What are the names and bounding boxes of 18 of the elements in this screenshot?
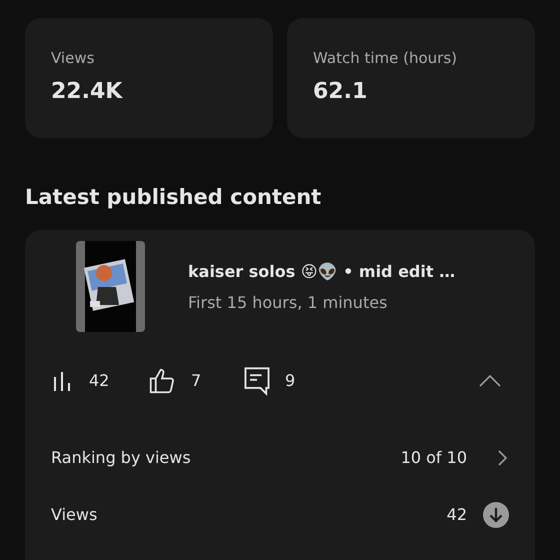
metric-label: Views <box>51 48 96 68</box>
row-label: Views <box>51 504 98 526</box>
stat-count: 9 <box>285 370 296 392</box>
row-value: 10 of 10 <box>400 447 467 469</box>
stat-count: 42 <box>89 370 110 392</box>
stat-count: 7 <box>191 370 202 392</box>
metric-value: 62.1 <box>313 78 368 106</box>
row-value: 42 <box>446 504 467 526</box>
comment-icon <box>243 366 271 396</box>
video-title: kaiser solos 😝👽 • mid edit … <box>188 261 456 283</box>
chevron-up-icon <box>479 374 501 388</box>
row-label: Ranking by views <box>51 447 191 469</box>
metric-label: Watch time (hours) <box>313 48 458 68</box>
arrow-down-icon <box>483 502 509 528</box>
section-title: Latest published content <box>25 184 322 211</box>
thumbs-up-icon <box>147 366 177 396</box>
metric-value: 22.4K <box>51 78 124 106</box>
video-subtitle: First 15 hours, 1 minutes <box>188 292 388 314</box>
